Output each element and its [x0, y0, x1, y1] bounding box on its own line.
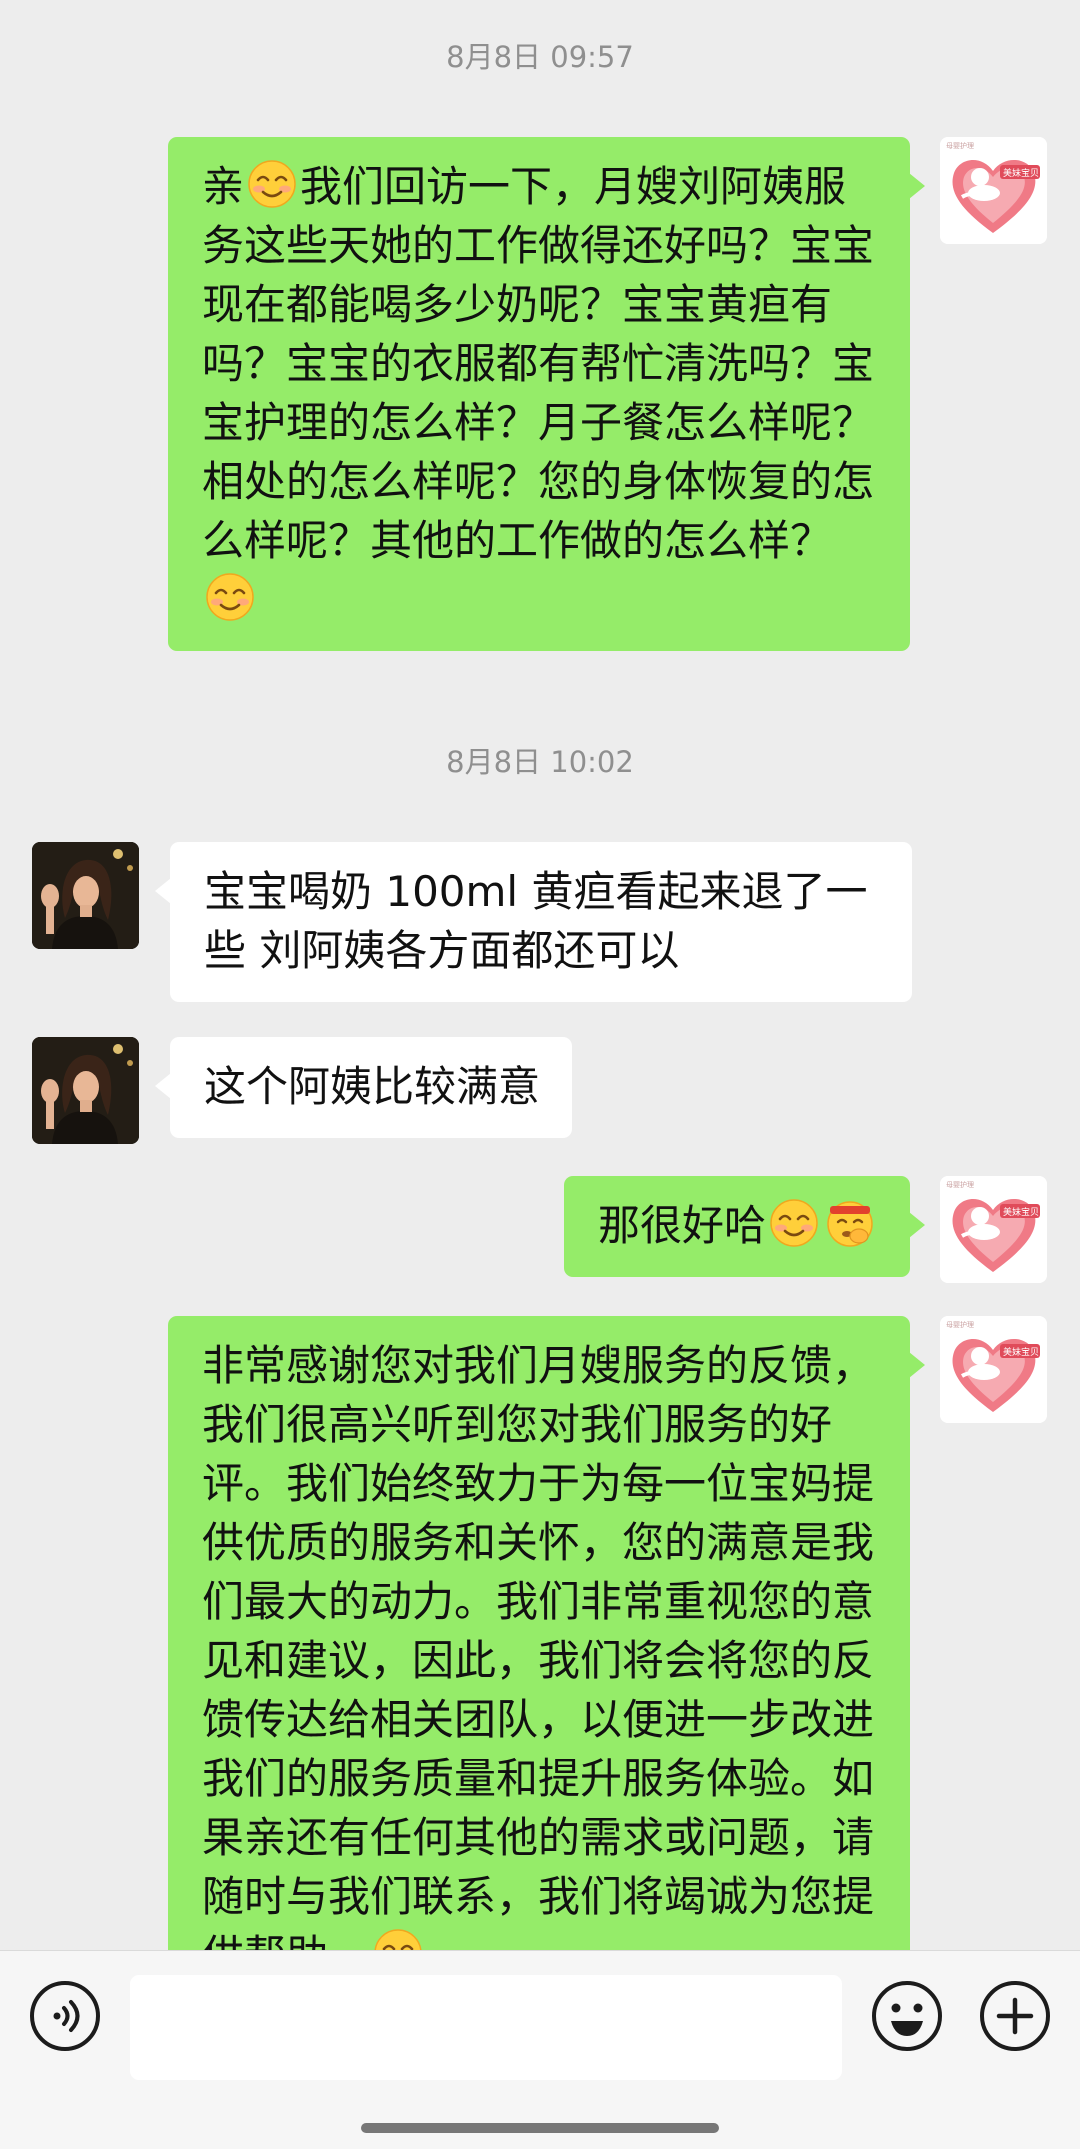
message-text: 宝宝喝奶 100ml 黄疸看起来退了一些 刘阿姨各方面都还可以	[204, 867, 868, 975]
customer-avatar[interactable]	[32, 842, 139, 949]
message-text: 这个阿姨比较满意	[204, 1062, 541, 1111]
smiling-face-emoji-icon	[769, 1198, 819, 1248]
smiling-face-emoji-icon	[205, 572, 255, 622]
heart-logo-avatar-icon	[940, 137, 1047, 244]
add-icon[interactable]	[978, 1979, 1052, 2053]
timestamp: 8月8日 10:02	[446, 745, 634, 779]
chat-input-bar	[0, 1950, 1080, 2149]
customer-avatar[interactable]	[32, 1037, 139, 1144]
message-text: 非常感谢您对我们月嫂服务的反馈，我们很高兴听到您对我们服务的好评。我们始终致力于…	[202, 1341, 875, 1950]
message-bubble-incoming[interactable]: 这个阿姨比较满意	[154, 1037, 573, 1138]
message-bubble-outgoing[interactable]: 非常感谢您对我们月嫂服务的反馈，我们很高兴听到您对我们服务的好评。我们始终致力于…	[168, 1316, 925, 1950]
message-text: 那很好哈	[597, 1201, 766, 1250]
woman-photo-avatar-icon	[32, 1037, 139, 1144]
message-text: 我们回访一下，月嫂刘阿姨服务这些天她的工作做得还好吗？宝宝现在都能喝多少奶呢？宝…	[202, 162, 875, 565]
my-avatar[interactable]	[940, 137, 1047, 244]
heart-logo-avatar-icon	[940, 1316, 1047, 1423]
voice-icon[interactable]	[28, 1979, 102, 2053]
message-input[interactable]	[130, 1975, 842, 2080]
home-indicator[interactable]	[361, 2123, 719, 2133]
message-text: 亲	[202, 162, 245, 211]
my-avatar[interactable]	[940, 1176, 1047, 1283]
saluting-face-emoji-icon	[825, 1198, 875, 1248]
message-bubble-outgoing[interactable]: 那很好哈	[563, 1176, 926, 1277]
heart-logo-avatar-icon	[940, 1176, 1047, 1283]
smiling-face-emoji-icon	[373, 1928, 423, 1950]
timestamp: 8月8日 09:57	[446, 40, 634, 74]
emoji-icon[interactable]	[870, 1979, 944, 2053]
woman-photo-avatar-icon	[32, 842, 139, 949]
message-bubble-incoming[interactable]: 宝宝喝奶 100ml 黄疸看起来退了一些 刘阿姨各方面都还可以	[155, 842, 912, 1002]
chat-area: 8月8日 09:57 亲我们回访一下，月嫂刘阿姨服务这些天她的工作做得还好吗？宝…	[0, 0, 1080, 1950]
message-bubble-outgoing[interactable]: 亲我们回访一下，月嫂刘阿姨服务这些天她的工作做得还好吗？宝宝现在都能喝多少奶呢？…	[168, 137, 925, 651]
my-avatar[interactable]	[940, 1316, 1047, 1423]
smiling-face-emoji-icon	[247, 159, 297, 209]
